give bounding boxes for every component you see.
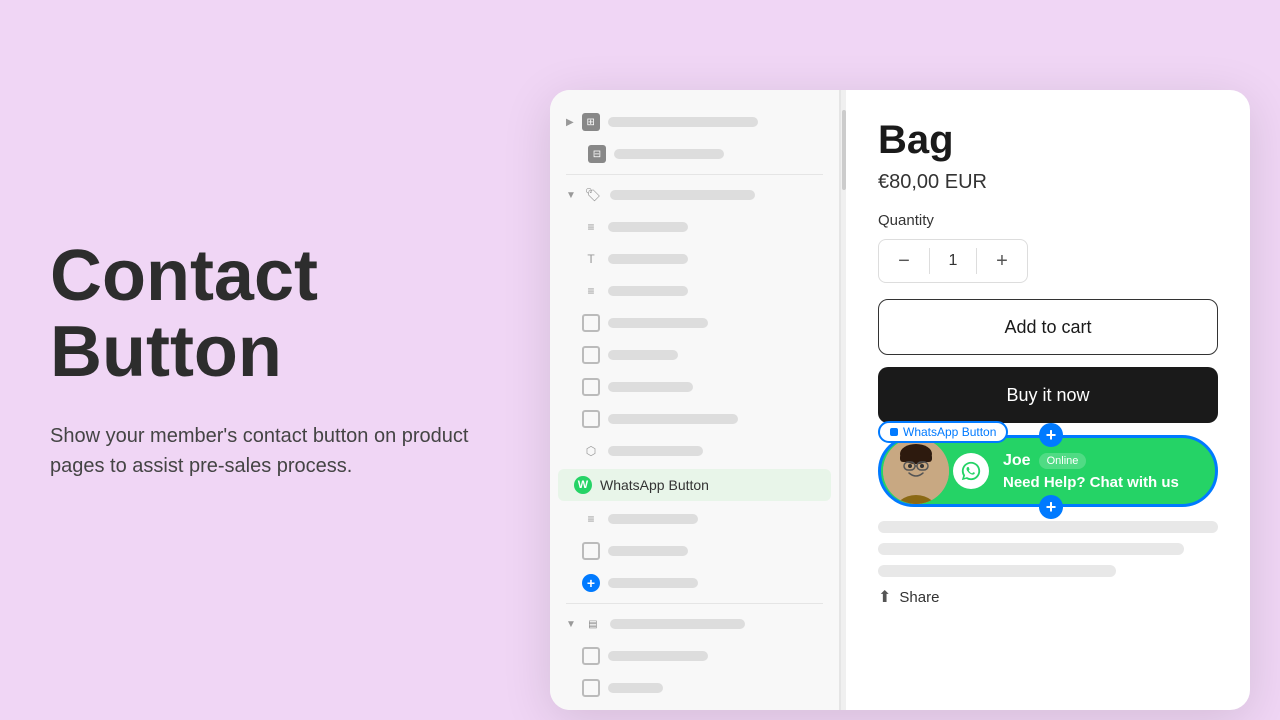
qty-plus-button[interactable]: +	[977, 240, 1027, 282]
align-icon-2: ≡	[582, 510, 600, 528]
sidebar-row-5: T	[550, 243, 839, 275]
text-align-icon: ≡	[582, 218, 600, 236]
quantity-control: − 1 +	[878, 239, 1028, 283]
chevron-right-icon: ▶	[566, 117, 574, 128]
add-to-cart-label: Add to cart	[1004, 317, 1091, 338]
placeholder-bar	[608, 578, 698, 588]
cursor-icon: ⬡	[582, 442, 600, 460]
bracket-icon	[582, 314, 600, 332]
wa-chat-text: Need Help? Chat with us	[1003, 474, 1205, 491]
sidebar-row-8	[550, 339, 839, 371]
product-title: Bag	[878, 118, 1218, 163]
share-icon: ⬆	[878, 587, 891, 607]
placeholder-bar	[608, 414, 738, 424]
placeholder-bar	[608, 546, 688, 556]
tag-icon: 🏷	[584, 186, 602, 204]
sidebar-whatsapp-row[interactable]: W WhatsApp Button	[558, 469, 831, 501]
bracket-icon-3	[582, 647, 600, 665]
product-panel: Bag €80,00 EUR Quantity − 1 + Add to car…	[846, 90, 1250, 710]
avatar	[883, 438, 949, 504]
whatsapp-label: WhatsApp Button	[600, 477, 709, 493]
buy-now-label: Buy it now	[1006, 385, 1089, 406]
section-icon: ▤	[584, 615, 602, 633]
qty-minus-button[interactable]: −	[879, 240, 929, 282]
sidebar: ▶ ⊞ ⊟ ▼ 🏷 ≡ T	[550, 90, 840, 710]
text-T-icon: T	[582, 250, 600, 268]
placeholder-bar	[610, 619, 745, 629]
product-bar-1	[878, 521, 1218, 533]
placeholder-bar	[608, 683, 663, 693]
selection-badge-label: WhatsApp Button	[903, 425, 996, 439]
whatsapp-logo-icon	[953, 453, 989, 489]
wa-online-badge: Online	[1039, 453, 1087, 469]
product-bar-2	[878, 543, 1184, 555]
heading-line2: Button	[50, 312, 282, 392]
sidebar-row-4: ≡	[550, 211, 839, 243]
whatsapp-text-area: Joe Online Need Help? Chat with us	[993, 452, 1215, 491]
align-icon: ≡	[582, 282, 600, 300]
sidebar-row-10	[550, 403, 839, 435]
description: Show your member's contact button on pro…	[50, 421, 470, 481]
sidebar-row-3: ▼ 🏷	[550, 179, 839, 211]
placeholder-bar	[608, 117, 758, 127]
sidebar-row-13	[550, 535, 839, 567]
wa-name-row: Joe Online	[1003, 452, 1205, 470]
main-card: ▶ ⊞ ⊟ ▼ 🏷 ≡ T	[550, 90, 1250, 710]
selection-dot	[890, 428, 898, 436]
placeholder-bar	[608, 350, 678, 360]
qty-value: 1	[930, 252, 976, 270]
wa-person-name: Joe	[1003, 452, 1031, 470]
bracket-icon	[582, 410, 600, 428]
placeholder-bar	[608, 382, 693, 392]
sidebar-row-9	[550, 371, 839, 403]
sidebar-row-1: ▶ ⊞	[550, 106, 839, 138]
sidebar-section-row: ▼ ▤	[550, 608, 839, 640]
buy-now-button[interactable]: Buy it now	[878, 367, 1218, 423]
whatsapp-icon: W	[574, 476, 592, 494]
placeholder-bar	[614, 149, 724, 159]
product-bar-3	[878, 565, 1116, 577]
add-to-cart-button[interactable]: Add to cart	[878, 299, 1218, 355]
placeholder-bar	[608, 514, 698, 524]
left-panel: Contact Button Show your member's contac…	[0, 0, 550, 720]
sidebar-row-16	[550, 672, 839, 704]
sidebar-row-11: ⬡	[550, 435, 839, 467]
divider-1	[566, 174, 823, 175]
bracket-icon	[582, 346, 600, 364]
card-container: ▶ ⊞ ⊟ ▼ 🏷 ≡ T	[520, 0, 1280, 720]
main-heading: Contact Button	[50, 239, 500, 390]
bracket-icon	[582, 378, 600, 396]
placeholder-bar	[608, 222, 688, 232]
bracket-icon-2	[582, 542, 600, 560]
grid-icon: ⊞	[582, 113, 600, 131]
grid-small-icon: ⊟	[588, 145, 606, 163]
sidebar-row-12: ≡	[550, 503, 839, 535]
divider-2	[566, 603, 823, 604]
selection-badge: WhatsApp Button	[878, 421, 1008, 443]
sidebar-row-2: ⊟	[550, 138, 839, 170]
plus-top-button[interactable]: +	[1039, 423, 1063, 447]
placeholder-bar	[608, 318, 708, 328]
bracket-icon-4	[582, 679, 600, 697]
share-row: ⬆ Share	[878, 587, 1218, 607]
whatsapp-selection-container: WhatsApp Button +	[878, 435, 1218, 507]
plus-button[interactable]: +	[582, 574, 600, 592]
placeholder-bar	[608, 286, 688, 296]
section-chevron-icon: ▼	[566, 619, 576, 630]
share-text: Share	[899, 589, 939, 606]
product-bars	[878, 521, 1218, 577]
sidebar-row-7	[550, 307, 839, 339]
heading-line1: Contact	[50, 236, 318, 316]
product-price: €80,00 EUR	[878, 171, 1218, 194]
placeholder-bar	[608, 254, 688, 264]
sidebar-row-6: ≡	[550, 275, 839, 307]
placeholder-bar	[610, 190, 755, 200]
placeholder-bar	[608, 446, 703, 456]
placeholder-bar	[608, 651, 708, 661]
quantity-label: Quantity	[878, 212, 1218, 229]
chevron-down-icon: ▼	[566, 190, 576, 201]
plus-bottom-button[interactable]: +	[1039, 495, 1063, 519]
sidebar-row-14: +	[550, 567, 839, 599]
sidebar-row-15	[550, 640, 839, 672]
